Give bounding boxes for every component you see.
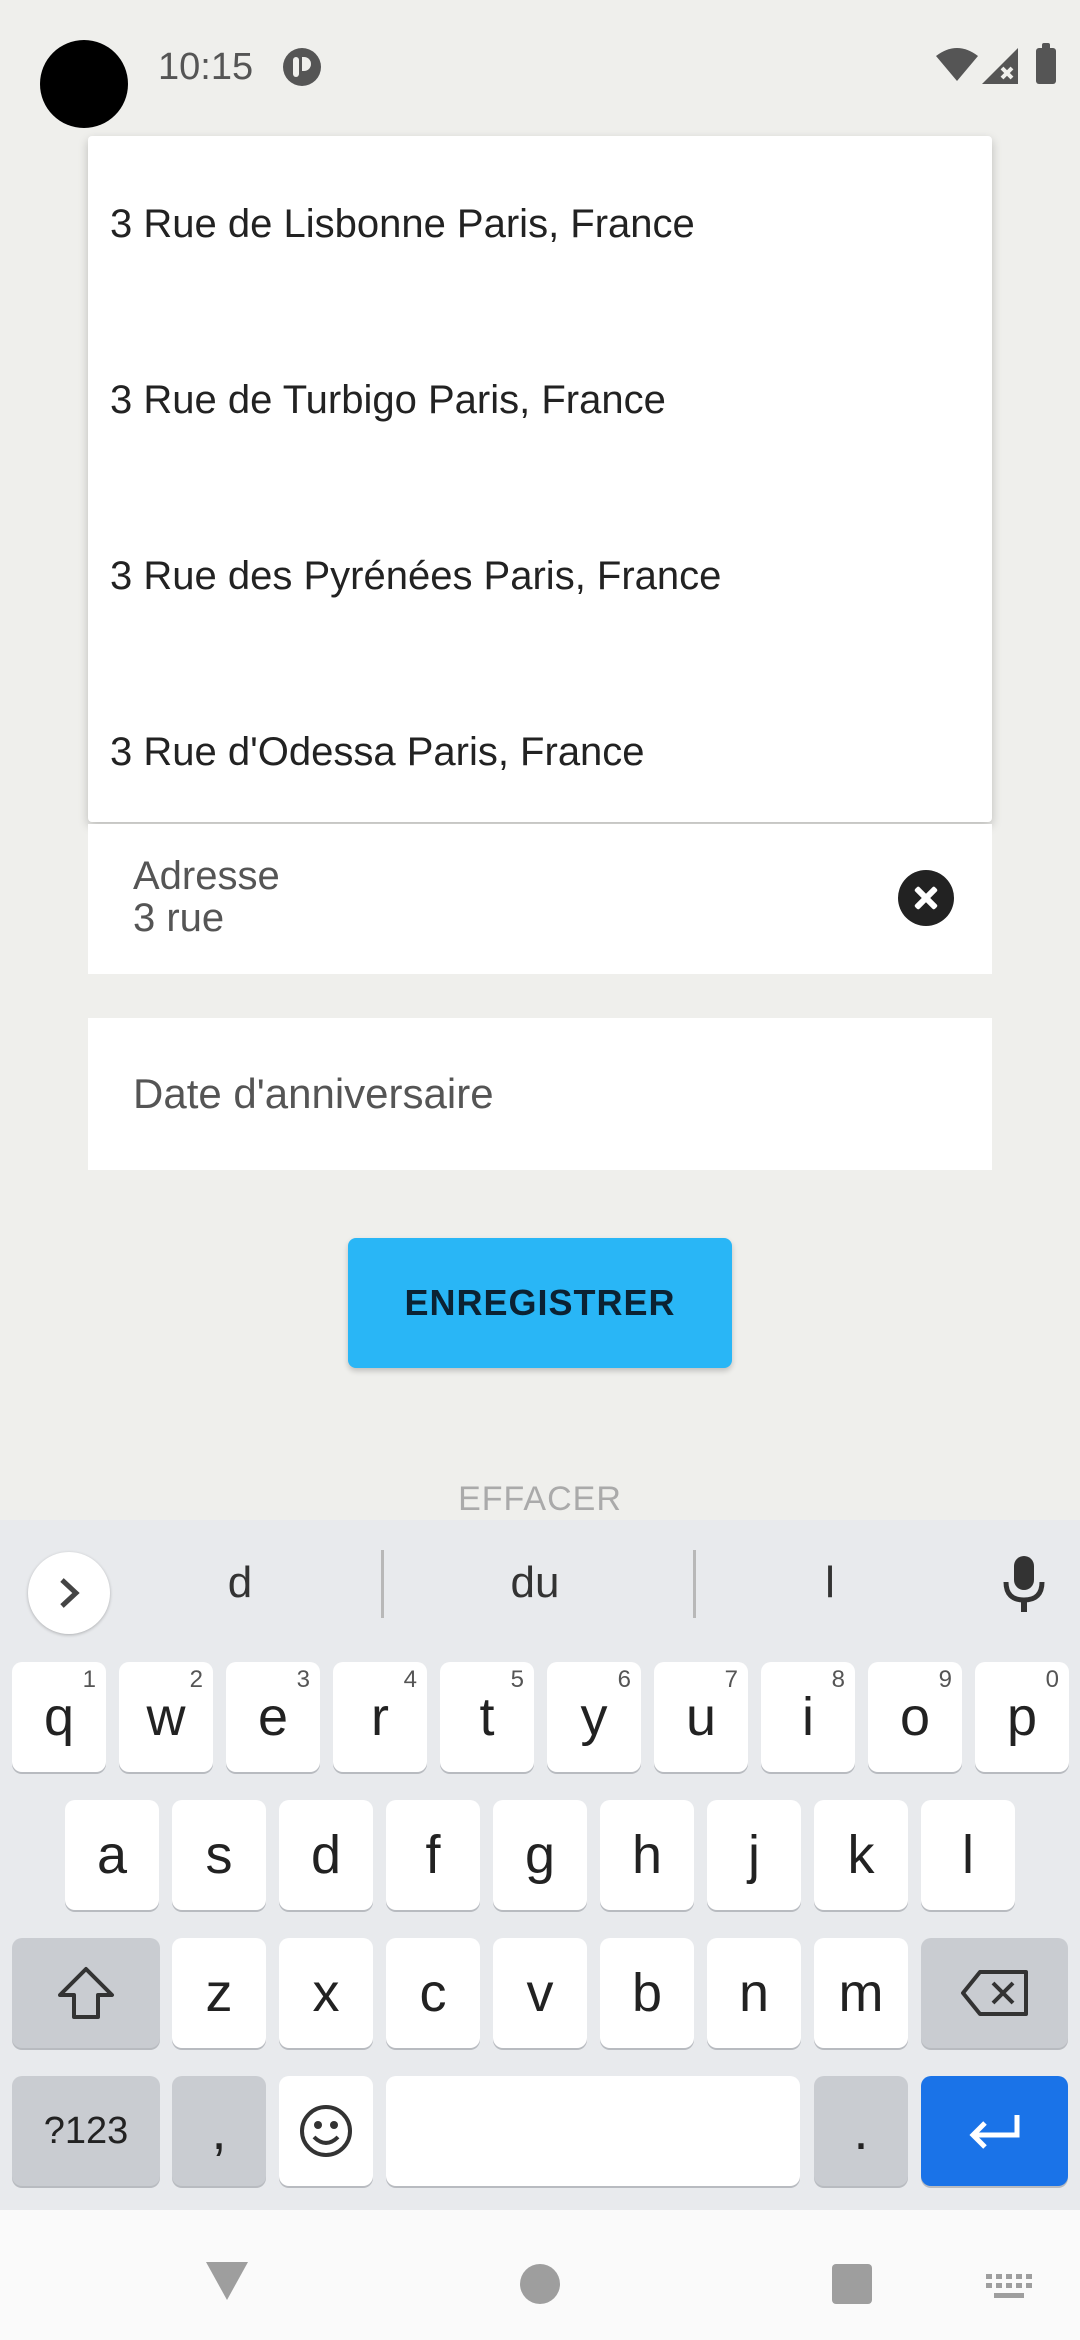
suggestion-divider (381, 1550, 384, 1618)
period-key[interactable]: . (814, 2076, 908, 2186)
key-s[interactable]: s (172, 1800, 266, 1910)
camera-cutout (40, 40, 128, 128)
emoji-key[interactable] (279, 2076, 373, 2186)
microphone-icon[interactable] (1000, 1554, 1048, 1614)
word-suggestion[interactable]: d (200, 1558, 280, 1608)
key-letter: r (371, 1687, 389, 1747)
status-time: 10:15 (158, 46, 254, 88)
comma-key[interactable]: , (172, 2076, 266, 2186)
key-r[interactable]: r4 (333, 1662, 427, 1772)
suggestion-strip: d du l (0, 1520, 1080, 1650)
key-w[interactable]: w2 (119, 1662, 213, 1772)
enter-key[interactable] (921, 2076, 1068, 2186)
key-hint: 9 (938, 1666, 952, 1693)
key-letter: q (43, 1687, 75, 1747)
home-icon[interactable] (520, 2264, 560, 2304)
emoji-icon (300, 2105, 352, 2157)
chevron-right-icon (60, 1578, 80, 1608)
key-c[interactable]: c (386, 1938, 480, 2048)
save-button[interactable]: ENREGISTRER (348, 1238, 732, 1368)
soft-keyboard: d du l q1 w2 e3 r4 t5 y6 u7 i8 o9 p0 a s… (0, 1520, 1080, 2210)
key-v[interactable]: v (493, 1938, 587, 2048)
keyboard-expand-button[interactable] (28, 1552, 110, 1634)
key-letter: i (802, 1687, 814, 1747)
key-u[interactable]: u7 (654, 1662, 748, 1772)
symbols-key[interactable]: ?123 (12, 2076, 160, 2186)
key-hint: 4 (403, 1666, 417, 1693)
address-suggestion[interactable]: 3 Rue de Turbigo Paris, France (88, 312, 992, 488)
key-letter: e (257, 1687, 289, 1747)
address-label: Adresse (133, 854, 280, 898)
address-suggestions-dropdown: 3 Rue de Lisbonne Paris, France 3 Rue de… (88, 136, 992, 822)
signal-icon (982, 48, 1018, 84)
key-o[interactable]: o9 (868, 1662, 962, 1772)
word-suggestion[interactable]: l (790, 1558, 870, 1608)
key-j[interactable]: j (707, 1800, 801, 1910)
key-n[interactable]: n (707, 1938, 801, 2048)
battery-icon (1036, 43, 1056, 84)
key-z[interactable]: z (172, 1938, 266, 2048)
keyboard-switch-icon[interactable] (986, 2274, 1032, 2300)
address-input[interactable]: 3 rue (133, 896, 224, 941)
key-letter: p (1006, 1687, 1038, 1747)
key-d[interactable]: d (279, 1800, 373, 1910)
shift-icon (58, 1967, 114, 2019)
key-e[interactable]: e3 (226, 1662, 320, 1772)
birthday-field[interactable]: Date d'anniversaire (88, 1018, 992, 1170)
birthday-placeholder: Date d'anniversaire (133, 1070, 494, 1117)
back-icon[interactable] (204, 2260, 250, 2302)
clear-input-icon[interactable] (898, 870, 954, 926)
key-q[interactable]: q1 (12, 1662, 106, 1772)
address-suggestion[interactable]: 3 Rue d'Odessa Paris, France (88, 664, 992, 840)
key-hint: 0 (1045, 1666, 1059, 1693)
recent-apps-icon[interactable] (832, 2264, 872, 2304)
key-t[interactable]: t5 (440, 1662, 534, 1772)
key-a[interactable]: a (65, 1800, 159, 1910)
address-suggestion[interactable]: 3 Rue de Lisbonne Paris, France (88, 136, 992, 312)
key-m[interactable]: m (814, 1938, 908, 2048)
symbols-label: ?123 (43, 2109, 129, 2152)
space-key[interactable] (386, 2076, 800, 2186)
backspace-icon (960, 1970, 1028, 2016)
key-hint: 8 (831, 1666, 845, 1693)
key-h[interactable]: h (600, 1800, 694, 1910)
key-hint: 5 (510, 1666, 524, 1693)
key-hint: 2 (189, 1666, 203, 1693)
key-y[interactable]: y6 (547, 1662, 641, 1772)
suggestion-divider (693, 1550, 696, 1618)
key-f[interactable]: f (386, 1800, 480, 1910)
key-p[interactable]: p0 (975, 1662, 1069, 1772)
key-letter: y (580, 1687, 608, 1747)
key-i[interactable]: i8 (761, 1662, 855, 1772)
clear-button[interactable]: EFFACER (0, 1480, 1080, 1519)
key-hint: 1 (82, 1666, 96, 1693)
key-letter: w (146, 1687, 186, 1747)
app-notification-icon (283, 48, 321, 86)
key-g[interactable]: g (493, 1800, 587, 1910)
address-suggestion[interactable]: 3 Rue des Pyrénées Paris, France (88, 488, 992, 664)
key-letter: u (685, 1687, 717, 1747)
wifi-icon (936, 48, 978, 81)
backspace-key[interactable] (921, 1938, 1068, 2048)
shift-key[interactable] (12, 1938, 160, 2048)
key-x[interactable]: x (279, 1938, 373, 2048)
key-letter: t (479, 1687, 495, 1747)
key-hint: 7 (724, 1666, 738, 1693)
word-suggestion[interactable]: du (480, 1558, 590, 1608)
status-bar: 10:15 (0, 0, 1080, 135)
key-k[interactable]: k (814, 1800, 908, 1910)
address-field[interactable]: Adresse 3 rue (88, 824, 992, 974)
key-hint: 3 (296, 1666, 310, 1693)
key-letter: o (899, 1687, 931, 1747)
key-hint: 6 (617, 1666, 631, 1693)
enter-icon (968, 2115, 1019, 2149)
key-b[interactable]: b (600, 1938, 694, 2048)
navigation-bar (0, 2210, 1080, 2340)
key-l[interactable]: l (921, 1800, 1015, 1910)
